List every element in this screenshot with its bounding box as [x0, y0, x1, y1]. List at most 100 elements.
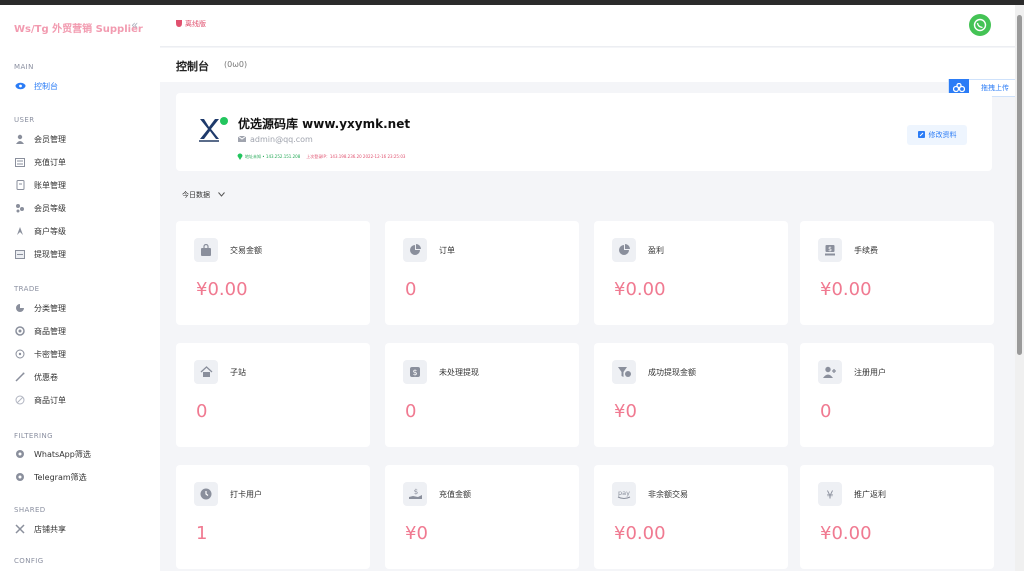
money-icon: $: [818, 238, 842, 262]
edit-profile-button[interactable]: 修改资料: [907, 125, 967, 145]
clock-icon: [194, 482, 218, 506]
mail-icon: [237, 135, 247, 144]
stat-value: ¥0.00: [614, 279, 666, 300]
sidebar-item-categories[interactable]: 分类管理: [14, 300, 154, 316]
stat-label: 交易金额: [230, 246, 262, 255]
order-icon: [14, 394, 26, 406]
card-key-icon: [14, 348, 26, 360]
stat-value: ¥0: [614, 401, 637, 422]
sidebar-item-member-tiers[interactable]: 会员等级: [14, 200, 154, 216]
scrollbar-thumb[interactable]: [1017, 15, 1022, 355]
section-config: CONFIG: [14, 557, 44, 565]
radio-icon: [14, 448, 26, 460]
stat-label: 非余额交易: [648, 490, 688, 499]
edit-icon: [917, 130, 925, 140]
pay-icon: pay: [612, 482, 636, 506]
user-icon: [14, 133, 26, 145]
stat-card-fees: $ 手续费 ¥0.00: [800, 221, 994, 325]
sidebar-item-merchant-tiers[interactable]: 商户等级: [14, 223, 154, 239]
sidebar-item-card-keys[interactable]: 卡密管理: [14, 346, 154, 362]
sidebar-item-label: 提现管理: [34, 249, 66, 259]
tier-icon: [14, 202, 26, 214]
section-main: MAIN: [14, 63, 34, 71]
stat-value: ¥0.00: [614, 523, 666, 544]
share-icon: [14, 523, 26, 535]
sidebar-item-label: 会员管理: [34, 134, 66, 144]
stat-label: 盈利: [648, 246, 664, 255]
page-scrollbar[interactable]: [1015, 5, 1024, 571]
sidebar-item-withdrawals[interactable]: 提现管理: [14, 246, 154, 262]
date-range-select[interactable]: 今日数据: [182, 190, 225, 200]
ip-location: 地址未知 • 143.252.151.208: [245, 154, 301, 159]
sidebar-item-coupons[interactable]: 优惠卷: [14, 369, 154, 385]
stat-label: 注册用户: [854, 368, 886, 377]
sidebar-item-recharge-orders[interactable]: 充值订单: [14, 154, 154, 170]
sidebar-item-product-orders[interactable]: 商品订单: [14, 392, 154, 408]
sidebar: Ws/Tg 外贸营销 Supplier « MAIN 控制台 USER 会员管理…: [0, 5, 160, 571]
product-icon: [14, 325, 26, 337]
top-bar: 离线版: [160, 5, 1015, 47]
section-user: USER: [14, 116, 35, 124]
whatsapp-icon[interactable]: [969, 14, 991, 36]
page-header: 控制台 (0ω0): [160, 48, 1015, 82]
stat-value: 0: [196, 401, 208, 422]
sidebar-item-label: 会员等级: [34, 203, 66, 213]
profile-email-text: admin@qq.com: [250, 135, 313, 144]
stat-card-registered-users: 注册用户 0: [800, 343, 994, 447]
section-shared: SHARED: [14, 506, 46, 514]
profile-name: 优选源码库 www.yxymk.net: [238, 117, 411, 131]
stat-label: 打卡用户: [230, 490, 262, 499]
sidebar-item-bills[interactable]: 账单管理: [14, 177, 154, 193]
stat-card-profit: 盈利 ¥0.00: [594, 221, 788, 325]
stat-card-orders: 订单 0: [385, 221, 579, 325]
stat-card-promotion-rebate: ¥ 推广返利 ¥0.00: [800, 465, 994, 569]
svg-text:$: $: [412, 368, 417, 377]
bill-icon: [14, 179, 26, 191]
profile-card: 优选源码库 www.yxymk.net admin@qq.com 地址未知 • …: [176, 93, 992, 171]
stat-value: 0: [820, 401, 832, 422]
collapse-sidebar-icon[interactable]: «: [131, 18, 138, 32]
date-range-label: 今日数据: [182, 191, 210, 199]
stat-card-checkin-users: 打卡用户 1: [176, 465, 370, 569]
sidebar-item-whatsapp-filter[interactable]: WhatsApp筛选: [14, 446, 154, 462]
profile-email: admin@qq.com: [237, 135, 313, 144]
stat-value: 1: [196, 523, 208, 544]
section-filtering: FILTERING: [14, 432, 53, 440]
funnel-dollar-icon: [612, 360, 636, 384]
last-login: 上次登录IP：143.198.236.20 2022-12-16 23:25:0…: [306, 154, 406, 159]
sidebar-item-label: 分类管理: [34, 303, 66, 313]
sidebar-item-label: 商品订单: [34, 395, 66, 405]
sidebar-item-label: 充值订单: [34, 157, 66, 167]
stat-label: 成功提现金额: [648, 368, 696, 377]
hand-dollar-icon: $: [403, 482, 427, 506]
svg-text:pay: pay: [618, 489, 630, 497]
sidebar-item-label: 优惠卷: [34, 372, 58, 382]
chevron-down-icon: [218, 191, 225, 199]
stat-card-non-balance-transactions: pay 非余额交易 ¥0.00: [594, 465, 788, 569]
stat-card-successful-withdrawals: 成功提现金额 ¥0: [594, 343, 788, 447]
stat-label: 订单: [439, 246, 455, 255]
sidebar-item-label: 账单管理: [34, 180, 66, 190]
user-plus-icon: [818, 360, 842, 384]
stat-value: ¥0.00: [820, 523, 872, 544]
location-icon: [237, 153, 243, 161]
stat-card-recharge-amount: $ 充值金额 ¥0: [385, 465, 579, 569]
stat-card-pending-withdrawals: $ 未处理提现 0: [385, 343, 579, 447]
sidebar-item-store-sharing[interactable]: 店铺共享: [14, 521, 154, 537]
offline-badge[interactable]: 离线版: [176, 19, 206, 29]
sidebar-item-dashboard[interactable]: 控制台: [14, 78, 154, 94]
stat-label: 子站: [230, 368, 246, 377]
category-icon: [14, 302, 26, 314]
sidebar-item-label: 商户等级: [34, 226, 66, 236]
coupon-icon: [14, 371, 26, 383]
stat-value: ¥0.00: [820, 279, 872, 300]
page-subtitle: (0ω0): [224, 60, 248, 69]
dollar-icon: $: [403, 360, 427, 384]
sidebar-item-products[interactable]: 商品管理: [14, 323, 154, 339]
stat-label: 手续费: [854, 246, 878, 255]
sidebar-item-members[interactable]: 会员管理: [14, 131, 154, 147]
sidebar-item-telegram-filter[interactable]: Telegram筛选: [14, 469, 154, 485]
stat-label: 未处理提现: [439, 368, 479, 377]
bag-icon: [194, 238, 218, 262]
edit-profile-label: 修改资料: [928, 131, 957, 139]
